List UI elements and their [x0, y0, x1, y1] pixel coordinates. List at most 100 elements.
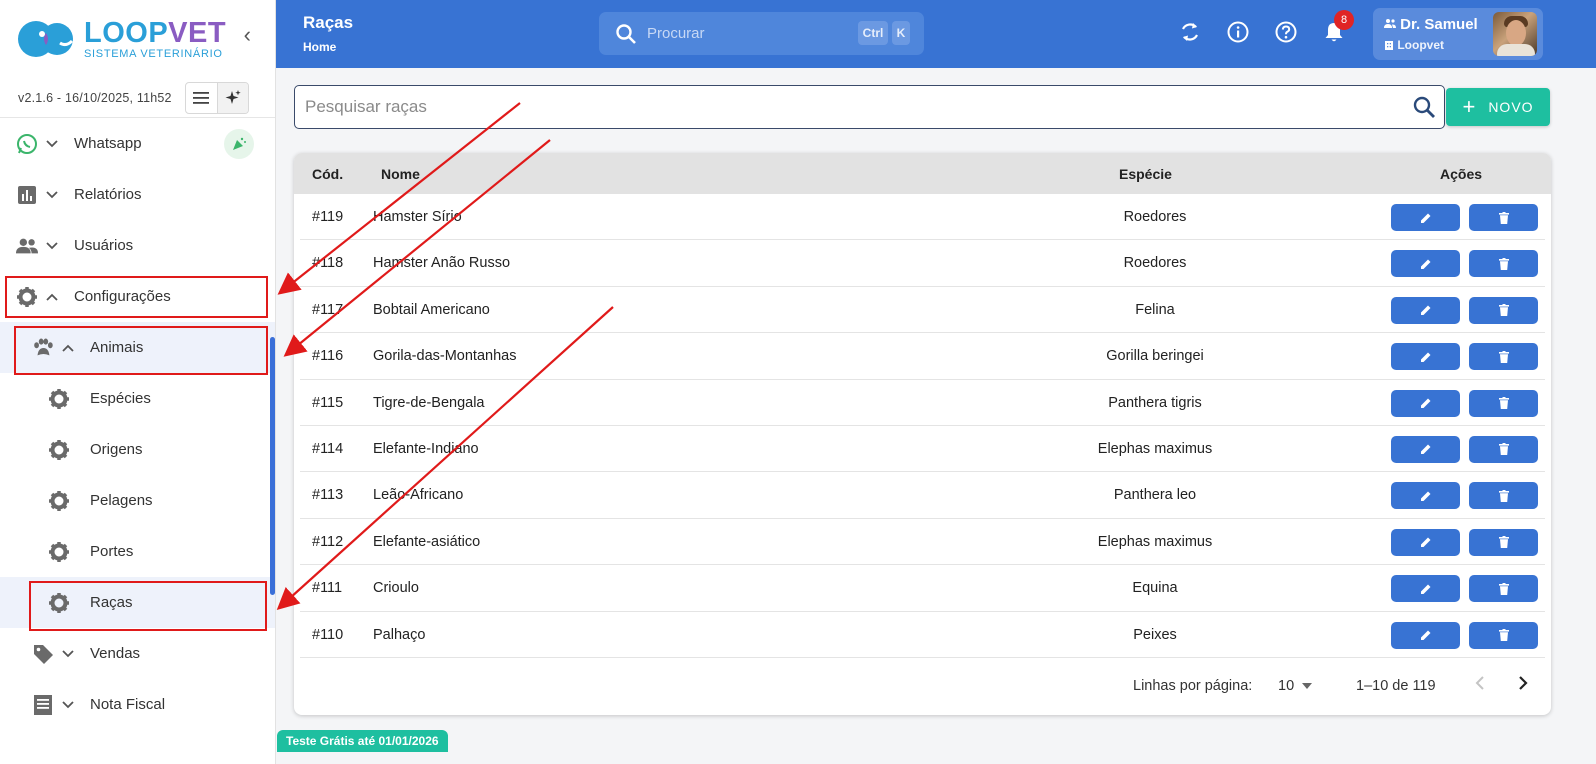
user-menu[interactable]: Dr. Samuel Loopvet — [1373, 8, 1543, 60]
table-row: #117 Bobtail Americano Felina — [300, 287, 1545, 334]
sidebar-item-label: Pelagens — [90, 492, 153, 509]
row-name: Palhaço — [373, 626, 426, 643]
refresh-button[interactable] — [1178, 20, 1202, 44]
pencil-icon — [1420, 630, 1430, 641]
gear-icon — [48, 490, 70, 512]
row-species: Equina — [1132, 580, 1178, 597]
sidebar-item-usuarios[interactable]: Usuários — [0, 220, 275, 271]
info-button[interactable] — [1226, 20, 1250, 44]
pencil-icon — [1420, 491, 1430, 501]
trial-banner[interactable]: Teste Grátis até 01/01/2026 — [277, 730, 448, 752]
chevron-down-icon — [62, 700, 82, 709]
table-row: #113 Leão-Africano Panthera leo — [300, 472, 1545, 519]
chevron-right-icon — [1519, 676, 1528, 690]
sidebar-item-label: Espécies — [90, 390, 151, 407]
delete-button[interactable] — [1469, 621, 1538, 649]
column-header-code[interactable]: Cód. — [312, 166, 343, 182]
delete-button[interactable] — [1469, 528, 1538, 556]
help-button[interactable] — [1274, 20, 1298, 44]
column-header-species[interactable]: Espécie — [1119, 166, 1172, 182]
sidebar-item-relatorios[interactable]: Relatórios — [0, 169, 275, 220]
table-row: #118 Hamster Anão Russo Roedores — [300, 240, 1545, 287]
search-icon[interactable] — [1412, 95, 1436, 124]
sidebar-item-label: Origens — [90, 441, 143, 458]
global-search-input[interactable]: Procurar Ctrl K — [599, 12, 924, 55]
column-header-name[interactable]: Nome — [381, 166, 420, 182]
prev-page-button[interactable] — [1475, 675, 1485, 696]
sidebar-item-nota-fiscal[interactable]: Nota Fiscal — [0, 679, 275, 730]
pagination: Linhas por página: 10 1–10 de 119 — [294, 663, 1551, 713]
edit-button[interactable] — [1391, 296, 1460, 324]
row-species: Felina — [1135, 301, 1175, 318]
edit-button[interactable] — [1391, 435, 1460, 463]
delete-button[interactable] — [1469, 343, 1538, 371]
chevron-down-icon — [62, 649, 82, 658]
sidebar-menu: Whatsapp Relatórios Usuários Configuraçõ… — [0, 118, 275, 730]
sidebar-item-especies[interactable]: Espécies — [0, 373, 275, 424]
trash-icon — [1498, 257, 1509, 270]
row-name: Hamster Sírio — [373, 209, 462, 225]
info-icon — [1227, 21, 1249, 43]
pencil-icon — [1420, 584, 1430, 594]
edit-button[interactable] — [1391, 389, 1460, 417]
delete-button[interactable] — [1469, 250, 1538, 278]
help-icon — [1275, 21, 1297, 43]
sidebar-item-pelagens[interactable]: Pelagens — [0, 475, 275, 526]
edit-button[interactable] — [1391, 343, 1460, 371]
breed-search-input[interactable]: Pesquisar raças — [294, 85, 1445, 129]
sidebar-item-origens[interactable]: Origens — [0, 424, 275, 475]
sparkle-icon — [225, 89, 241, 104]
caret-down-icon — [1302, 683, 1313, 689]
breadcrumb[interactable]: Home — [303, 40, 336, 54]
new-button-label: NOVO — [1488, 99, 1534, 115]
edit-button[interactable] — [1391, 250, 1460, 278]
row-code: #116 — [312, 348, 344, 365]
search-icon — [616, 23, 636, 44]
sidebar-item-vendas[interactable]: Vendas — [0, 628, 275, 679]
party-popper-icon[interactable] — [224, 128, 254, 159]
delete-button[interactable] — [1469, 482, 1538, 510]
edit-button[interactable] — [1391, 528, 1460, 556]
delete-button[interactable] — [1469, 389, 1538, 417]
edit-button[interactable] — [1391, 575, 1460, 603]
brand-subtitle: SISTEMA VETERINÁRIO — [84, 47, 223, 60]
brand-logo-text: LOOPVET SISTEMA VETERINÁRIO — [84, 18, 226, 60]
delete-button[interactable] — [1469, 296, 1538, 324]
sidebar-item-whatsapp[interactable]: Whatsapp — [0, 118, 275, 169]
ai-sparkle-button[interactable] — [216, 82, 248, 113]
pencil-icon — [1420, 213, 1430, 223]
row-name: Crioulo — [373, 580, 419, 597]
new-breed-button[interactable]: + NOVO — [1446, 88, 1550, 126]
menu-lines-icon — [193, 91, 210, 104]
chevron-left-icon — [1475, 676, 1484, 690]
user-name-row: Dr. Samuel — [1384, 16, 1478, 33]
row-name: Gorila-das-Montanhas — [373, 348, 517, 365]
sidebar: LOOPVET SISTEMA VETERINÁRIO ‹ v2.1.6 - 1… — [0, 0, 276, 764]
gear-icon — [48, 541, 70, 563]
sidebar-item-portes[interactable]: Portes — [0, 526, 275, 577]
version-row: v2.1.6 - 16/10/2025, 11h52 — [0, 78, 275, 118]
breed-search-placeholder: Pesquisar raças — [305, 97, 427, 116]
sidebar-scrollbar[interactable] — [270, 337, 275, 595]
notifications-button[interactable]: 8 — [1322, 10, 1354, 44]
next-page-button[interactable] — [1518, 675, 1528, 696]
delete-button[interactable] — [1469, 575, 1538, 603]
edit-button[interactable] — [1391, 204, 1460, 231]
table-row: #114 Elefante-Indiano Elephas maximus — [300, 426, 1545, 473]
edit-button[interactable] — [1391, 482, 1460, 510]
menu-lines-button[interactable] — [186, 83, 217, 113]
edit-button[interactable] — [1391, 621, 1460, 649]
row-species: Roedores — [1123, 209, 1187, 225]
collapse-sidebar-button[interactable]: ‹ — [244, 22, 251, 48]
top-icons: 8 — [1178, 10, 1354, 44]
row-name: Hamster Anão Russo — [373, 255, 511, 272]
kbd-k: K — [892, 21, 910, 45]
user-org-row: Loopvet — [1384, 38, 1444, 52]
delete-button[interactable] — [1469, 204, 1538, 231]
row-code: #111 — [312, 580, 343, 597]
rows-per-page-select[interactable]: 10 — [1278, 678, 1313, 694]
delete-button[interactable] — [1469, 435, 1538, 463]
trash-icon — [1498, 350, 1509, 363]
users-icon — [16, 235, 38, 257]
avatar — [1493, 12, 1537, 56]
